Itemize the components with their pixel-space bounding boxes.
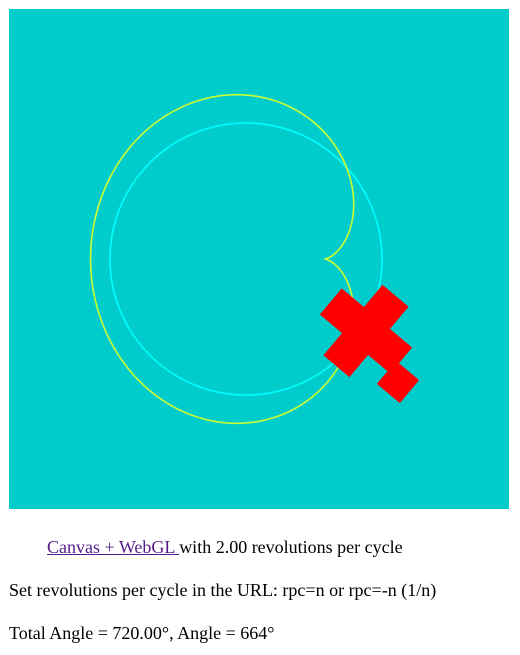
animation-canvas — [9, 9, 509, 509]
demo-title-line: Canvas + WebGL with 2.00 revolutions per… — [47, 536, 403, 558]
angle-readout: Total Angle = 720.00°, Angle = 664° — [9, 623, 275, 643]
canvas-webgl-link[interactable]: Canvas + WebGL — [47, 537, 179, 557]
canvas-background — [9, 9, 509, 509]
animation-svg — [9, 9, 509, 509]
url-hint-text: Set revolutions per cycle in the URL: rp… — [9, 580, 437, 600]
rpc-description: with 2.00 revolutions per cycle — [179, 537, 403, 557]
